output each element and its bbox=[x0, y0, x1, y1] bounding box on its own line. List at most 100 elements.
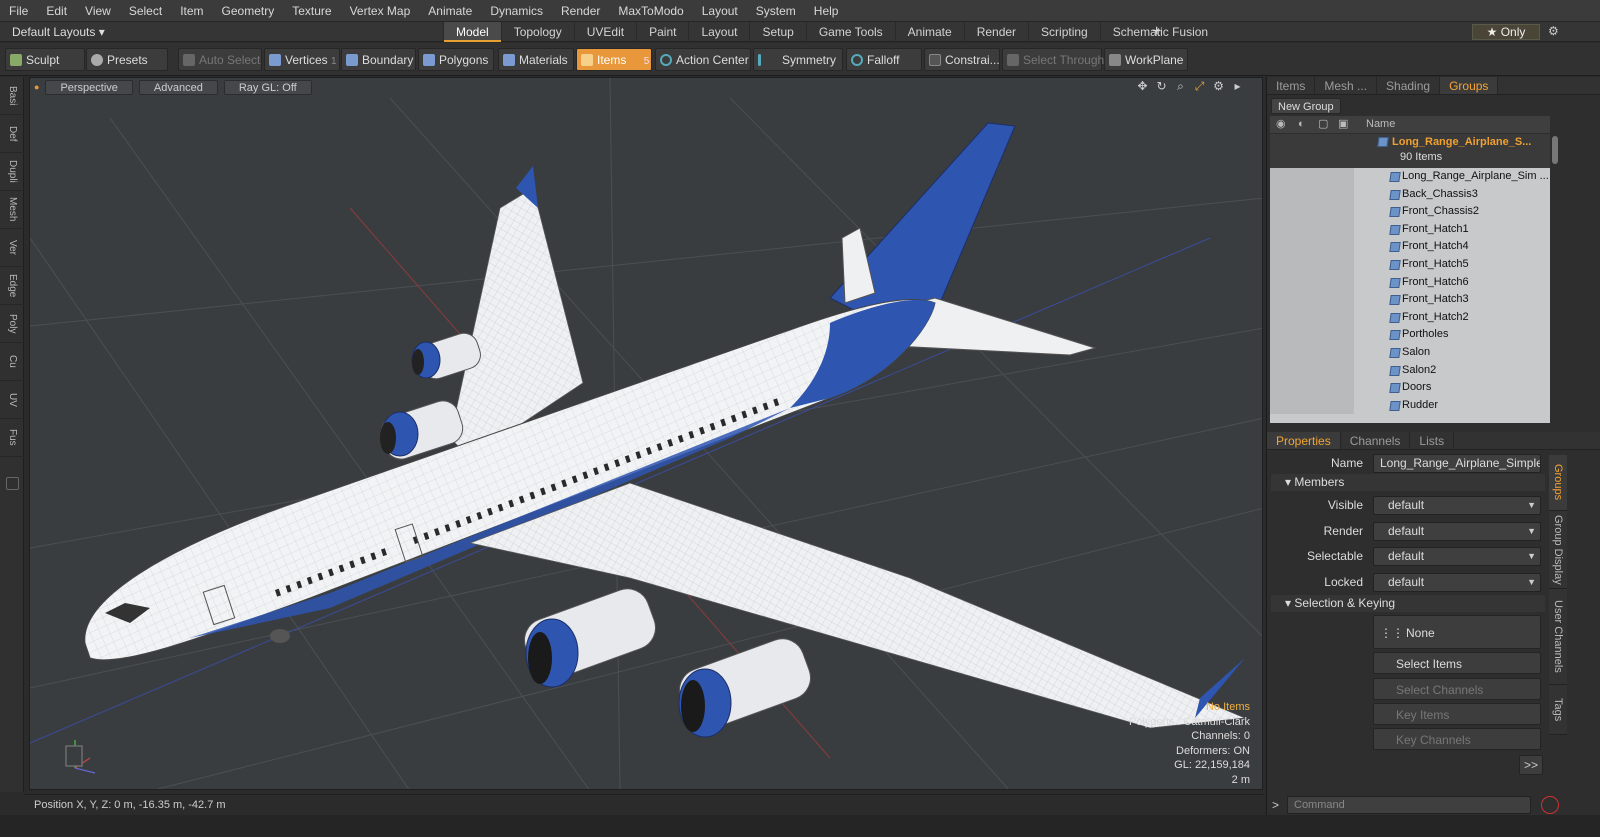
more-arrow-icon[interactable]: ▸ bbox=[1231, 80, 1244, 93]
eye-icon[interactable]: ◉ bbox=[1276, 116, 1286, 133]
move-icon[interactable]: ✥ bbox=[1136, 80, 1149, 93]
fit-icon[interactable]: ⤢ bbox=[1193, 80, 1206, 93]
menu-file[interactable]: File bbox=[0, 0, 37, 22]
auto-select-button[interactable]: Auto Select bbox=[178, 48, 262, 71]
selection-keying-section[interactable]: ▾ Selection & Keying bbox=[1271, 595, 1545, 612]
tree-item[interactable]: Front_Chassis2 bbox=[1270, 203, 1550, 221]
3d-viewport[interactable]: ● Perspective Advanced Ray GL: Off ✥ ↻ ⌕… bbox=[29, 77, 1263, 790]
falloff-button[interactable]: Falloff bbox=[846, 48, 922, 71]
tree-item[interactable]: Front_Hatch2 bbox=[1270, 308, 1550, 327]
select-items-button[interactable]: Select Items bbox=[1373, 652, 1541, 674]
symmetry-button[interactable]: Symmetry bbox=[753, 48, 843, 71]
shading-button[interactable]: Advanced bbox=[138, 79, 218, 95]
zoom-icon[interactable]: ⌕ bbox=[1174, 80, 1187, 93]
left-tab-cu[interactable]: Cu bbox=[0, 343, 24, 381]
tree-item[interactable]: Front_Hatch3 bbox=[1270, 291, 1550, 309]
vertical-tab-group-display[interactable]: Group Display bbox=[1549, 511, 1567, 589]
tree-item[interactable]: Long_Range_Airplane_Sim ... bbox=[1270, 168, 1550, 186]
vertical-tab-tags[interactable]: Tags bbox=[1549, 685, 1567, 735]
locked-select[interactable]: default ▼ bbox=[1373, 573, 1541, 592]
left-tab-dupli[interactable]: Dupli bbox=[0, 153, 24, 191]
viewport-dot-icon[interactable]: ● bbox=[34, 82, 39, 92]
workplane-button[interactable]: WorkPlane bbox=[1104, 48, 1188, 71]
panel-tab-shading[interactable]: Shading bbox=[1377, 77, 1441, 94]
tab-layout[interactable]: Layout bbox=[688, 22, 749, 42]
menu-vertex-map[interactable]: Vertex Map bbox=[341, 0, 420, 22]
left-tab-ver[interactable]: Ver bbox=[0, 229, 24, 267]
left-tab-uv[interactable]: UV bbox=[0, 381, 24, 419]
constrain-button[interactable]: Constrai... bbox=[924, 48, 1000, 71]
vertices-button[interactable]: Vertices 1 bbox=[264, 48, 340, 71]
left-tab-poly[interactable]: Poly bbox=[0, 305, 24, 343]
tab-setup[interactable]: Setup bbox=[749, 22, 805, 42]
record-icon[interactable] bbox=[1541, 796, 1559, 814]
tab-render[interactable]: Render bbox=[963, 22, 1028, 42]
panel-tab-lists[interactable]: Lists bbox=[1410, 432, 1455, 449]
command-input[interactable]: Command bbox=[1287, 796, 1531, 814]
tree-root-group[interactable]: Long_Range_Airplane_S... 90 Items bbox=[1270, 134, 1550, 168]
name-field[interactable]: Long_Range_Airplane_Simple_Ir bbox=[1373, 454, 1541, 473]
items-button[interactable]: Items 5 bbox=[576, 48, 652, 71]
select-through-button[interactable]: Select Through bbox=[1002, 48, 1104, 71]
select-icon[interactable]: ▣ bbox=[1338, 116, 1348, 133]
tab-animate[interactable]: Animate bbox=[894, 22, 964, 42]
panel-tab-groups[interactable]: Groups bbox=[1440, 77, 1499, 94]
tree-item[interactable]: Back_Chassis3 bbox=[1270, 185, 1550, 204]
menu-layout[interactable]: Layout bbox=[693, 0, 747, 22]
panel-tab-channels[interactable]: Channels bbox=[1341, 432, 1411, 449]
tree-item[interactable]: Salon2 bbox=[1270, 361, 1550, 380]
menu-help[interactable]: Help bbox=[805, 0, 848, 22]
raygl-button[interactable]: Ray GL: Off bbox=[223, 79, 312, 95]
menu-select[interactable]: Select bbox=[120, 0, 171, 22]
menu-geometry[interactable]: Geometry bbox=[213, 0, 284, 22]
panel-tab-properties[interactable]: Properties bbox=[1267, 432, 1341, 449]
left-tab-mesh[interactable]: Mesh bbox=[0, 191, 24, 229]
expand-icon[interactable] bbox=[6, 477, 19, 490]
add-tab-icon[interactable]: + bbox=[1152, 22, 1161, 42]
only-toggle[interactable]: ★ Only bbox=[1472, 24, 1540, 40]
tab-game-tools[interactable]: Game Tools bbox=[805, 22, 895, 42]
new-group-button[interactable]: New Group bbox=[1271, 98, 1341, 114]
render-select[interactable]: default ▼ bbox=[1373, 522, 1541, 541]
boundary-button[interactable]: Boundary bbox=[341, 48, 416, 71]
menu-render[interactable]: Render bbox=[552, 0, 609, 22]
tree-item[interactable]: Front_Hatch5 bbox=[1270, 255, 1550, 274]
expand-more-button[interactable]: >> bbox=[1519, 755, 1543, 775]
action-center-button[interactable]: Action Center bbox=[655, 48, 751, 71]
tree-item[interactable]: Front_Hatch4 bbox=[1270, 238, 1550, 256]
vertical-tab-groups[interactable]: Groups bbox=[1549, 455, 1567, 511]
left-tab-edge[interactable]: Edge bbox=[0, 267, 24, 305]
sculpt-button[interactable]: Sculpt bbox=[5, 48, 85, 71]
key-channels-button[interactable]: Key Channels bbox=[1373, 728, 1541, 750]
tree-item[interactable]: Salon bbox=[1270, 343, 1550, 362]
panel-tab-items[interactable]: Items bbox=[1267, 77, 1316, 94]
menu-view[interactable]: View bbox=[76, 0, 120, 22]
menu-animate[interactable]: Animate bbox=[419, 0, 481, 22]
select-channels-button[interactable]: Select Channels bbox=[1373, 678, 1541, 700]
tab-topology[interactable]: Topology bbox=[500, 22, 574, 42]
visible-select[interactable]: default ▼ bbox=[1373, 496, 1541, 515]
tree-scrollbar[interactable] bbox=[1550, 134, 1560, 423]
tab-paint[interactable]: Paint bbox=[636, 22, 688, 42]
polygons-button[interactable]: Polygons bbox=[418, 48, 494, 71]
gear-icon[interactable]: ⚙ bbox=[1548, 24, 1559, 38]
vertical-tab-user-channels[interactable]: User Channels bbox=[1549, 589, 1567, 685]
menu-item[interactable]: Item bbox=[171, 0, 212, 22]
tab-scripting[interactable]: Scripting bbox=[1028, 22, 1100, 42]
tab-uvedit[interactable]: UVEdit bbox=[573, 22, 636, 42]
tab-model[interactable]: Model bbox=[443, 22, 501, 42]
menu-texture[interactable]: Texture bbox=[283, 0, 340, 22]
tree-item[interactable]: Doors bbox=[1270, 379, 1550, 397]
scene-canvas[interactable] bbox=[30, 78, 1263, 790]
presets-button[interactable]: Presets bbox=[86, 48, 168, 71]
left-tab-fus[interactable]: Fus bbox=[0, 419, 24, 457]
settings-icon[interactable]: ⚙ bbox=[1212, 80, 1225, 93]
panel-tab-mesh[interactable]: Mesh ... bbox=[1315, 77, 1378, 94]
menu-dynamics[interactable]: Dynamics bbox=[481, 0, 552, 22]
render-icon[interactable]: ◐ bbox=[1298, 116, 1305, 133]
tree-item[interactable]: Portholes bbox=[1270, 326, 1550, 344]
perspective-button[interactable]: Perspective bbox=[45, 79, 133, 95]
layouts-dropdown[interactable]: Default Layouts ▾ bbox=[0, 22, 135, 42]
rotate-icon[interactable]: ↻ bbox=[1155, 80, 1168, 93]
tree-item[interactable]: Rudder bbox=[1270, 396, 1550, 415]
